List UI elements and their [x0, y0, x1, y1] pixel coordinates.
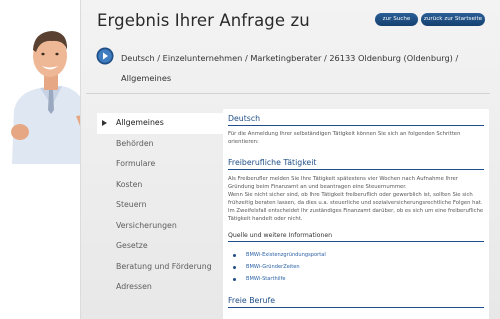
link-starthilfe[interactable]: BMWi-Starthilfe: [233, 273, 484, 285]
bullet-icon: [233, 277, 236, 281]
link-label: BMWi-GründerZeiten: [246, 264, 300, 270]
link-label: BMWi-Existenzgründungsportal: [246, 252, 326, 258]
nav-item-label: Steuern: [116, 200, 147, 209]
nav-item-label: Allgemeines: [116, 118, 164, 127]
triangle-right-icon: [102, 120, 107, 126]
link-existenzgruendungsportal[interactable]: BMWi-Existenzgründungsportal: [233, 249, 484, 261]
nav-item-gesetze[interactable]: Gesetze: [97, 236, 223, 257]
nav-item-label: Versicherungen: [116, 220, 177, 230]
page: Ergebnis Ihrer Anfrage zu zur Suche zurü…: [0, 0, 500, 319]
search-button[interactable]: zur Suche: [375, 13, 418, 26]
divider: [86, 93, 490, 94]
link-list: BMWi-Existenzgründungsportal BMWi-Gründe…: [228, 249, 484, 285]
section-heading-freiberufliche: Freiberufliche Tätigkeit: [228, 158, 484, 170]
bullet-icon: [233, 265, 236, 269]
nav-item-steuern[interactable]: Steuern: [97, 195, 223, 216]
side-nav: Allgemeines Behörden Formulare Kosten St…: [97, 113, 223, 298]
section-text: Als Freiberufler melden Sie Ihre Tätigke…: [228, 176, 458, 190]
breadcrumb-current: Allgemeines: [121, 73, 172, 83]
nav-item-label: Adressen: [116, 282, 152, 291]
section-text: Für die Anmeldung Ihrer selbständigen Tä…: [228, 131, 461, 145]
nav-item-behoerden[interactable]: Behörden: [97, 134, 223, 155]
home-button[interactable]: zurück zur Startseite: [421, 13, 485, 26]
nav-item-label: Gesetze: [116, 241, 148, 250]
section-heading-deutsch: Deutsch: [228, 114, 484, 126]
section-heading-freie-berufe: Freie Berufe: [228, 296, 484, 308]
nav-item-versicherungen[interactable]: Versicherungen: [97, 216, 223, 237]
link-gruenderzeiten[interactable]: BMWi-GründerZeiten: [233, 261, 484, 273]
person-photo: [11, 31, 92, 164]
nav-item-label: Behörden: [116, 138, 154, 148]
link-label: BMWi-Starthilfe: [246, 276, 286, 282]
breadcrumb: Deutsch / Einzelunternehmen / Marketingb…: [121, 53, 459, 63]
content-area: Deutsch Für die Anmeldung Ihrer selbstän…: [223, 109, 489, 319]
section-heading-quelle: Quelle und weitere Informationen: [228, 232, 484, 242]
nav-item-label: Formulare: [116, 159, 156, 168]
nav-item-formulare[interactable]: Formulare: [97, 154, 223, 175]
nav-item-allgemeines[interactable]: Allgemeines: [97, 113, 223, 134]
nav-item-label: Beratung und Förderung: [116, 261, 212, 271]
page-title: Ergebnis Ihrer Anfrage zu: [97, 11, 310, 30]
bullet-icon: [233, 253, 236, 257]
nav-item-kosten[interactable]: Kosten: [97, 175, 223, 196]
nav-item-beratung[interactable]: Beratung und Förderung: [97, 257, 223, 278]
section-text: Wenn Sie nicht sicher sind, ob Ihre Täti…: [228, 192, 484, 222]
nav-item-adressen[interactable]: Adressen: [97, 277, 223, 298]
arrow-circle-icon: [96, 47, 114, 65]
nav-item-label: Kosten: [116, 179, 143, 189]
